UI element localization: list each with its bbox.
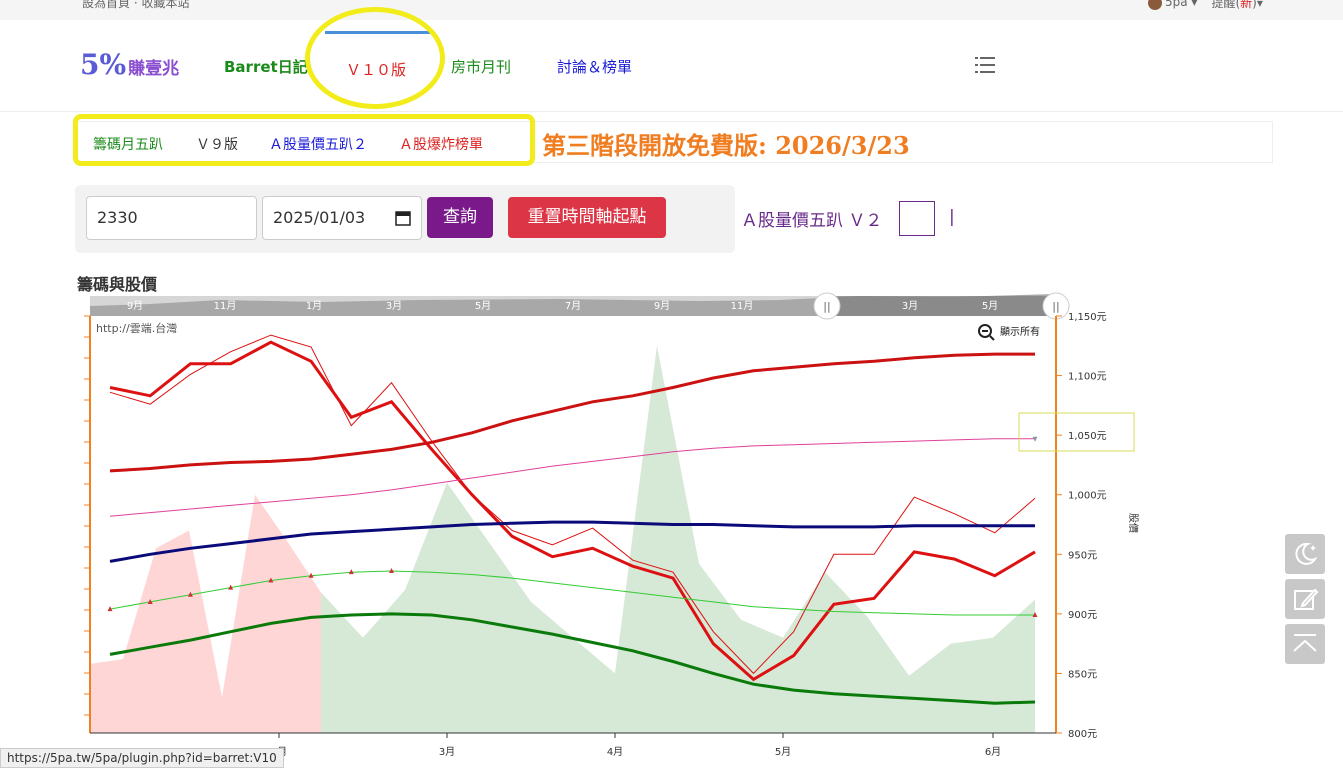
navigator-label: 1月 (306, 300, 322, 312)
y-axis-label: 股價 (1127, 513, 1140, 533)
reminder-menu[interactable]: 提醒(新)▾ (1211, 0, 1262, 11)
edit-button[interactable] (1285, 579, 1325, 619)
y-tick-label: 1,000元 (1068, 491, 1107, 502)
triangle-marker (268, 577, 274, 583)
x-tick-label: 5月 (775, 746, 791, 758)
nav-discussion[interactable]: 討論＆榜單 (557, 56, 632, 77)
user-menu[interactable]: 5pa ▾ (1148, 0, 1197, 10)
navigator-label: 1月 (822, 300, 838, 312)
triangle-marker (389, 567, 395, 573)
avatar (1148, 0, 1162, 10)
nav-housing-monthly[interactable]: 房市月刊 (451, 56, 511, 77)
area-red (90, 494, 321, 733)
edit-icon (1294, 588, 1319, 610)
triangle-marker (107, 606, 113, 612)
triangle-marker (1032, 612, 1038, 618)
navigator-right-handle (1042, 292, 1070, 320)
navigator-label: 7月 (565, 300, 581, 312)
navigator-handle-grip: || (1052, 300, 1059, 313)
y-tick-label: 850元 (1068, 669, 1097, 680)
status-bar-url: https://5pa.tw/5pa/plugin.php?id=barret:… (0, 748, 284, 768)
navigator-label: 11月 (731, 300, 754, 312)
highlight-circle (305, 7, 445, 109)
annotation-box (1018, 412, 1135, 452)
navigator-label: 9月 (127, 300, 143, 312)
navigator-label: 9月 (654, 300, 670, 312)
triangle-marker (348, 569, 354, 575)
y-tick-label: 950元 (1068, 550, 1097, 561)
triangle-marker (1032, 436, 1038, 442)
series-line-5 (109, 570, 1035, 616)
chart-watermark: http://雲端.台灣 (96, 321, 177, 335)
back-to-top-button[interactable] (1285, 624, 1325, 664)
zoom-out-icon (978, 324, 992, 338)
separator: | (949, 207, 955, 227)
triangle-marker (228, 584, 234, 590)
dark-mode-button[interactable] (1285, 534, 1325, 574)
query-panel: 2330 2025/01/03 查詢 重置時間軸起點 (75, 185, 735, 253)
arrow-up-icon (1293, 634, 1317, 652)
user-area: 5pa ▾ 提醒(新)▾ (1148, 0, 1263, 11)
y-tick-label: 900元 (1068, 610, 1097, 621)
series-line-0 (109, 340, 1036, 682)
series-line-4 (109, 520, 1035, 563)
chart-section-title: 籌碼與股價 (77, 275, 158, 294)
series-line-1 (109, 334, 1036, 675)
calendar-icon[interactable] (395, 210, 411, 226)
nav-barret-diary[interactable]: Barret日記 (224, 56, 308, 77)
area-green (321, 345, 1035, 733)
main-navbar: 5% 賺壹兆 Barret日記 Ｖ１０版 房市月刊 討論＆榜單 (0, 20, 1343, 112)
y-tick-label: 800元 (1068, 729, 1097, 740)
navigator-label: 5月 (982, 300, 998, 312)
series-line-6 (109, 612, 1036, 705)
a-volume-price-v2-link[interactable]: Ａ股量價五趴 Ｖ２ (741, 206, 882, 231)
y-tick-label: 1,050元 (1068, 431, 1107, 442)
triangle-marker (187, 591, 193, 597)
navigator-label: 3月 (386, 300, 402, 312)
navigator-series (90, 294, 1056, 316)
query-button[interactable]: 查詢 (427, 197, 493, 238)
series-line-2 (109, 352, 1035, 473)
highlight-box (73, 114, 535, 166)
x-tick-label: 3月 (439, 746, 455, 758)
triangle-marker (147, 598, 153, 604)
site-logo[interactable]: 5% 賺壹兆 (80, 48, 179, 81)
navigator-selected-range (827, 296, 1056, 316)
navigator-label: 3月 (902, 300, 918, 312)
y-tick-label: 1,100元 (1068, 372, 1107, 383)
list-menu-icon[interactable] (975, 56, 995, 74)
top-bar: 設為首頁 · 收藏本站 5pa ▾ 提醒(新)▾ (0, 0, 1343, 20)
top-links[interactable]: 設為首頁 · 收藏本站 (82, 0, 189, 11)
show-all-button: 顯示所有 (1000, 325, 1040, 338)
navigator-left-handle (813, 292, 841, 320)
stock-code-input[interactable]: 2330 (86, 196, 257, 240)
date-input[interactable]: 2025/01/03 (262, 196, 422, 240)
triangle-marker (308, 572, 314, 578)
navigator-handle-grip: || (823, 300, 830, 313)
reset-timeline-button[interactable]: 重置時間軸起點 (508, 197, 666, 238)
v2-box[interactable] (899, 201, 935, 236)
x-tick-label: 4月 (607, 746, 623, 758)
headline-announcement: 第三階段開放免費版: 2026/3/23 (542, 131, 910, 160)
x-tick-label: 6月 (985, 746, 1001, 758)
y-tick-label: 1,150元 (1068, 312, 1107, 323)
navigator-background (90, 296, 1056, 316)
zoom-out-icon-handle (989, 335, 995, 341)
navigator-label: 11月 (214, 300, 237, 312)
navigator-label: 5月 (475, 300, 491, 312)
moon-icon (1295, 542, 1318, 565)
series-line-3 (109, 438, 1035, 517)
